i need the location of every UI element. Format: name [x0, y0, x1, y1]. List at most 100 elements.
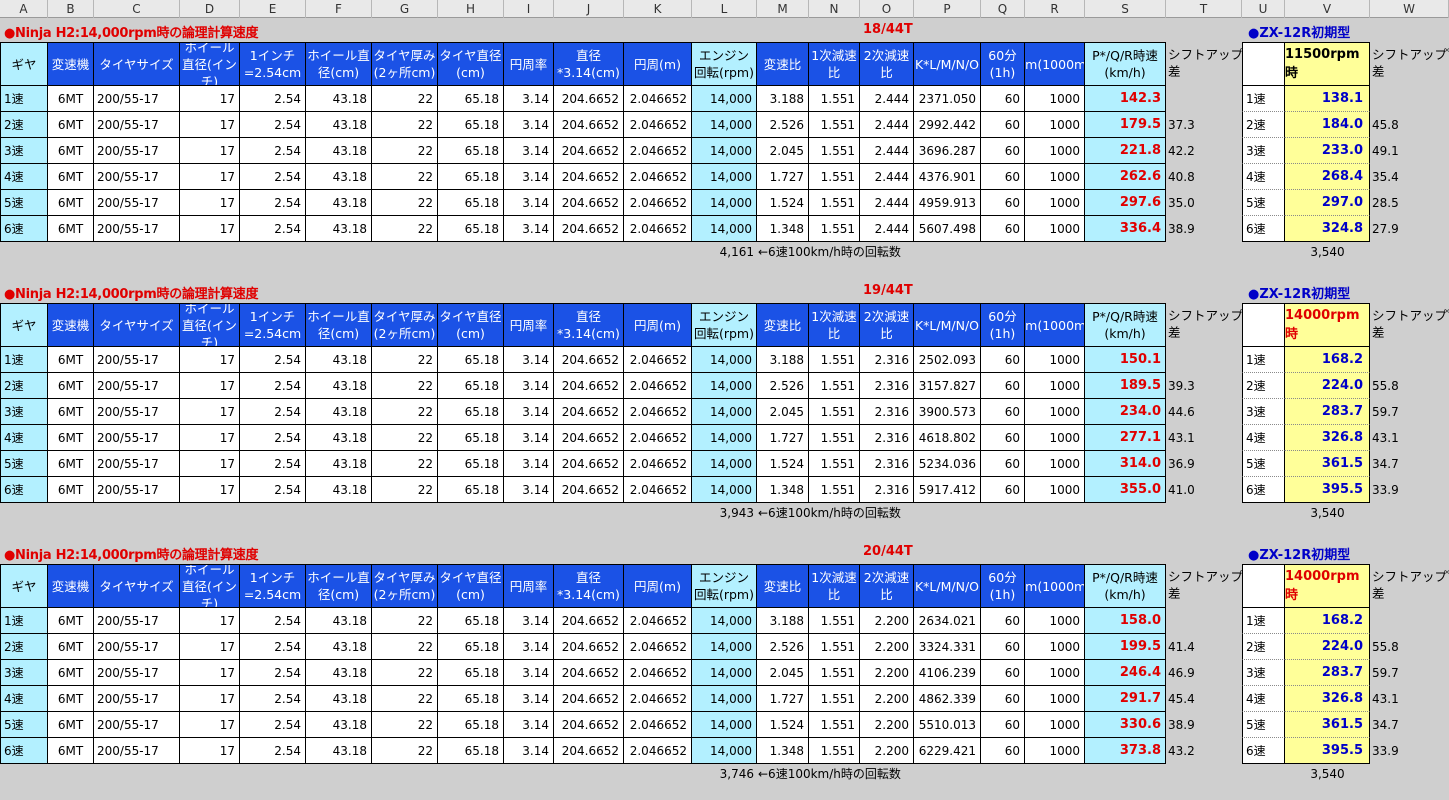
- data-cell[interactable]: 3.14: [504, 608, 554, 634]
- data-cell[interactable]: 60: [981, 399, 1025, 425]
- header-cell[interactable]: 変速機: [48, 303, 94, 347]
- data-cell[interactable]: 2.046652: [624, 451, 692, 477]
- data-cell[interactable]: 17: [180, 399, 240, 425]
- data-cell[interactable]: 1.727: [757, 686, 809, 712]
- rpm-at-100kmh-value[interactable]: 3,746: [690, 765, 754, 783]
- data-cell[interactable]: 1.551: [809, 373, 860, 399]
- shift-up-diff[interactable]: 41.4: [1168, 634, 1195, 660]
- data-cell[interactable]: 2.54: [240, 451, 306, 477]
- data-cell[interactable]: 2.046652: [624, 608, 692, 634]
- data-cell[interactable]: 17: [180, 112, 240, 138]
- data-cell[interactable]: 1.551: [809, 634, 860, 660]
- zx-shift-up-diff[interactable]: 59.7: [1372, 660, 1399, 686]
- header-cell[interactable]: 円周(m): [624, 303, 692, 347]
- column-letter-r[interactable]: R: [1025, 0, 1085, 18]
- data-cell[interactable]: 2.316: [860, 451, 914, 477]
- data-cell[interactable]: 1.551: [809, 86, 860, 112]
- header-cell[interactable]: 1インチ=2.54cm: [240, 564, 306, 608]
- data-cell[interactable]: 4106.239: [914, 660, 981, 686]
- data-cell[interactable]: 1000: [1025, 451, 1085, 477]
- header-cell[interactable]: 2次減速比: [860, 303, 914, 347]
- header-cell[interactable]: タイヤ直径(cm): [438, 564, 504, 608]
- data-cell[interactable]: 60: [981, 425, 1025, 451]
- data-cell[interactable]: 200/55-17: [94, 164, 180, 190]
- data-cell[interactable]: 65.18: [438, 712, 504, 738]
- data-cell[interactable]: 3速: [0, 399, 48, 425]
- data-cell[interactable]: 14,000: [692, 608, 757, 634]
- shift-up-diff[interactable]: 45.4: [1168, 686, 1195, 712]
- zx-gear-cell[interactable]: 6速: [1242, 477, 1285, 503]
- data-cell[interactable]: 60: [981, 608, 1025, 634]
- zx-rpm-at-100kmh-value[interactable]: 3,540: [1285, 243, 1370, 261]
- zx-shift-up-diff[interactable]: 28.5: [1372, 190, 1399, 216]
- data-cell[interactable]: 1.551: [809, 477, 860, 503]
- data-cell[interactable]: 14,000: [692, 347, 757, 373]
- data-cell[interactable]: 2.046652: [624, 86, 692, 112]
- data-cell[interactable]: 3.14: [504, 373, 554, 399]
- header-cell[interactable]: 2次減速比: [860, 564, 914, 608]
- data-cell[interactable]: 60: [981, 712, 1025, 738]
- data-cell[interactable]: 2.316: [860, 477, 914, 503]
- header-cell[interactable]: 変速機: [48, 564, 94, 608]
- zx-gear-cell[interactable]: 3速: [1242, 660, 1285, 686]
- data-cell[interactable]: 1速: [0, 608, 48, 634]
- data-cell[interactable]: 3.14: [504, 712, 554, 738]
- data-cell[interactable]: 65.18: [438, 660, 504, 686]
- data-cell[interactable]: 43.18: [306, 216, 372, 242]
- data-cell[interactable]: 2.54: [240, 634, 306, 660]
- data-cell[interactable]: 3.14: [504, 164, 554, 190]
- zx-shift-up-diff[interactable]: 33.9: [1372, 738, 1399, 764]
- header-cell[interactable]: 1インチ=2.54cm: [240, 42, 306, 86]
- data-cell[interactable]: 2.54: [240, 86, 306, 112]
- data-cell[interactable]: 17: [180, 373, 240, 399]
- zx-shift-up-diff[interactable]: 55.8: [1372, 634, 1399, 660]
- data-cell[interactable]: 65.18: [438, 634, 504, 660]
- column-letter-d[interactable]: D: [180, 0, 240, 18]
- data-cell[interactable]: 43.18: [306, 451, 372, 477]
- data-cell[interactable]: 204.6652: [554, 347, 624, 373]
- data-cell[interactable]: 1000: [1025, 738, 1085, 764]
- data-cell[interactable]: 65.18: [438, 347, 504, 373]
- data-cell[interactable]: 5速: [0, 190, 48, 216]
- data-cell[interactable]: 43.18: [306, 608, 372, 634]
- data-cell[interactable]: 6MT: [48, 425, 94, 451]
- header-cell[interactable]: タイヤサイズ: [94, 303, 180, 347]
- data-cell[interactable]: 4862.339: [914, 686, 981, 712]
- data-cell[interactable]: 204.6652: [554, 660, 624, 686]
- data-cell[interactable]: 2.046652: [624, 164, 692, 190]
- zx-gear-cell[interactable]: 6速: [1242, 216, 1285, 242]
- data-cell[interactable]: 1000: [1025, 216, 1085, 242]
- data-cell[interactable]: 200/55-17: [94, 425, 180, 451]
- shift-up-diff[interactable]: 38.9: [1168, 216, 1195, 242]
- data-cell[interactable]: 2992.442: [914, 112, 981, 138]
- column-letter-q[interactable]: Q: [981, 0, 1025, 18]
- data-cell[interactable]: 142.3: [1085, 86, 1166, 112]
- header-cell[interactable]: 変速機: [48, 42, 94, 86]
- zx-speed-cell[interactable]: 395.5: [1285, 738, 1370, 764]
- data-cell[interactable]: 2.54: [240, 112, 306, 138]
- column-letter-s[interactable]: S: [1085, 0, 1166, 18]
- data-cell[interactable]: 2.046652: [624, 399, 692, 425]
- data-cell[interactable]: 3速: [0, 138, 48, 164]
- data-cell[interactable]: 3.14: [504, 86, 554, 112]
- data-cell[interactable]: 336.4: [1085, 216, 1166, 242]
- data-cell[interactable]: 200/55-17: [94, 190, 180, 216]
- data-cell[interactable]: 17: [180, 138, 240, 164]
- data-cell[interactable]: 204.6652: [554, 686, 624, 712]
- zx-shift-up-diff[interactable]: 34.7: [1372, 451, 1399, 477]
- data-cell[interactable]: 14,000: [692, 373, 757, 399]
- column-letter-t[interactable]: T: [1166, 0, 1242, 18]
- header-cell[interactable]: 変速比: [757, 564, 809, 608]
- data-cell[interactable]: 5速: [0, 451, 48, 477]
- data-cell[interactable]: 1000: [1025, 347, 1085, 373]
- zx-rpm-header[interactable]: 14000rpm時: [1285, 303, 1370, 347]
- data-cell[interactable]: 1000: [1025, 164, 1085, 190]
- data-cell[interactable]: 6MT: [48, 451, 94, 477]
- data-cell[interactable]: 1速: [0, 86, 48, 112]
- shift-up-diff[interactable]: 40.8: [1168, 164, 1195, 190]
- column-letter-l[interactable]: L: [692, 0, 757, 18]
- data-cell[interactable]: 14,000: [692, 164, 757, 190]
- data-cell[interactable]: 2.54: [240, 347, 306, 373]
- data-cell[interactable]: 1.551: [809, 138, 860, 164]
- zx-shift-up-diff[interactable]: 35.4: [1372, 164, 1399, 190]
